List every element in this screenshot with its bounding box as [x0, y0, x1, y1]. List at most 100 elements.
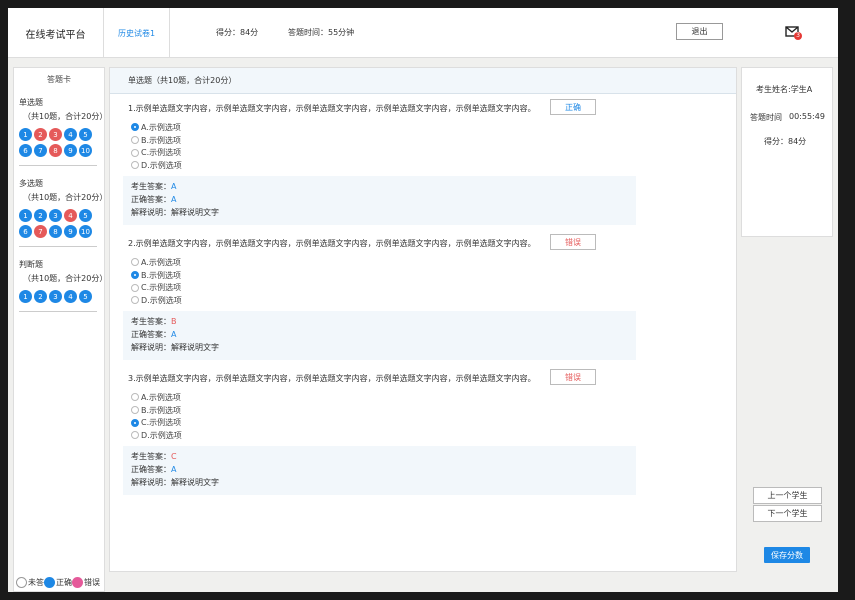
tab-history-paper[interactable]: 历史试卷1	[104, 8, 170, 58]
option-radio[interactable]	[131, 406, 139, 415]
mail-icon[interactable]: 3	[785, 25, 803, 41]
student-info-panel: 考生姓名:学生A 答题时间 00:55:49 得分：84分	[741, 67, 833, 237]
student-name: 考生姓名:学生A	[756, 85, 813, 94]
option-radio[interactable]	[131, 431, 139, 440]
question-number-wrong[interactable]: 8	[49, 144, 62, 157]
option-radio[interactable]	[131, 148, 139, 157]
unanswered-legend-dot	[16, 577, 27, 588]
wrong-legend-dot	[72, 577, 83, 588]
legend-wrong: 错误	[84, 578, 100, 587]
option-radio[interactable]	[131, 296, 139, 305]
option-item[interactable]: D.示例选项	[128, 159, 638, 172]
question-number-correct[interactable]: 8	[49, 225, 62, 238]
status-legend: 未答 正确 错误	[16, 577, 100, 588]
correct-answer-value: A	[171, 329, 177, 339]
student-answer-label: 考生答案：	[131, 451, 171, 461]
section-divider	[19, 246, 97, 247]
correct-answer: 正确答案： A	[131, 193, 636, 206]
option-radio[interactable]	[131, 271, 139, 280]
question-block: 1.示例单选题文字内容，示例单选题文字内容，示例单选题文字内容，示例单选题文字内…	[123, 99, 638, 225]
question-number-correct[interactable]: 6	[19, 144, 32, 157]
option-item[interactable]: B.示例选项	[128, 134, 638, 147]
question-number-correct[interactable]: 10	[79, 225, 92, 238]
save-score-button[interactable]: 保存分数	[764, 547, 810, 563]
answer-analysis: 考生答案： B 正确答案： A 解释说明：解释说明文字	[123, 310, 636, 360]
option-label: A.示例选项	[141, 257, 181, 267]
option-item[interactable]: C.示例选项	[128, 281, 638, 294]
student-answer-value: C	[171, 451, 177, 461]
option-item[interactable]: B.示例选项	[128, 269, 638, 282]
question-number-correct[interactable]: 2	[34, 209, 47, 222]
option-label: B.示例选项	[141, 270, 182, 280]
legend-correct: 正确	[56, 578, 72, 587]
option-radio[interactable]	[131, 418, 139, 427]
question-number-correct[interactable]: 1	[19, 128, 32, 141]
exit-button[interactable]: 退出	[676, 23, 723, 40]
top-bar: 在线考试平台 历史试卷1 得分：84分 答题时间：55分钟 退出 3	[8, 8, 838, 58]
question-number-correct[interactable]: 2	[34, 290, 47, 303]
correct-legend-dot	[44, 577, 55, 588]
section-subtitle: （共10题，合计20分）	[23, 193, 108, 202]
option-list: A.示例选项 B.示例选项 C.示例选项 D.示例选项	[128, 391, 638, 442]
question-number-correct[interactable]: 1	[19, 209, 32, 222]
question-number-correct[interactable]: 6	[19, 225, 32, 238]
question-block: 2.示例单选题文字内容，示例单选题文字内容，示例单选题文字内容，示例单选题文字内…	[123, 234, 638, 360]
app-title: 在线考试平台	[8, 8, 104, 58]
option-item[interactable]: D.示例选项	[128, 294, 638, 307]
legend-unanswered: 未答	[28, 578, 44, 587]
correct-answer-label: 正确答案：	[131, 329, 171, 339]
option-label: C.示例选项	[141, 148, 182, 158]
option-item[interactable]: A.示例选项	[128, 121, 638, 134]
result-tag: 正确	[550, 99, 596, 115]
question-number-wrong[interactable]: 4	[64, 209, 77, 222]
question-number-wrong[interactable]: 2	[34, 128, 47, 141]
option-label: D.示例选项	[141, 430, 182, 440]
section-divider	[19, 311, 97, 312]
student-answer: 考生答案： A	[131, 180, 636, 193]
option-item[interactable]: A.示例选项	[128, 391, 638, 404]
correct-answer-label: 正确答案：	[131, 464, 171, 474]
question-number-correct[interactable]: 3	[49, 290, 62, 303]
section-title: 判断题	[19, 260, 43, 269]
header-answer-time: 答题时间：55分钟	[288, 28, 355, 37]
student-answer-value: B	[171, 316, 177, 326]
question-number-correct[interactable]: 3	[49, 209, 62, 222]
question-number-correct[interactable]: 9	[64, 144, 77, 157]
question-number-correct[interactable]: 1	[19, 290, 32, 303]
question-block: 3.示例单选题文字内容，示例单选题文字内容，示例单选题文字内容，示例单选题文字内…	[123, 369, 638, 495]
question-number-wrong[interactable]: 7	[34, 225, 47, 238]
option-item[interactable]: C.示例选项	[128, 146, 638, 159]
student-answer-label: 考生答案：	[131, 316, 171, 326]
option-label: B.示例选项	[141, 135, 182, 145]
option-item[interactable]: C.示例选项	[128, 416, 638, 429]
question-number-wrong[interactable]: 3	[49, 128, 62, 141]
option-list: A.示例选项 B.示例选项 C.示例选项 D.示例选项	[128, 256, 638, 307]
option-radio[interactable]	[131, 393, 139, 402]
question-number-correct[interactable]: 5	[79, 209, 92, 222]
question-number-grid: 1 2 3 4 5 6 7 8 9 10	[19, 208, 105, 240]
option-radio[interactable]	[131, 258, 139, 267]
answer-time-value: 00:55:49	[789, 112, 825, 121]
question-number-correct[interactable]: 7	[34, 144, 47, 157]
header-score: 得分：84分	[216, 28, 259, 37]
question-number-grid: 12345	[19, 289, 105, 305]
question-number-correct[interactable]: 10	[79, 144, 92, 157]
question-number-correct[interactable]: 4	[64, 128, 77, 141]
question-number-grid: 1 2 3 4 5 6 7 8 9 10	[19, 127, 105, 159]
question-number-correct[interactable]: 5	[79, 290, 92, 303]
answer-analysis: 考生答案： C 正确答案： A 解释说明：解释说明文字	[123, 445, 636, 495]
correct-answer-label: 正确答案：	[131, 194, 171, 204]
option-radio[interactable]	[131, 283, 139, 292]
question-number-correct[interactable]: 5	[79, 128, 92, 141]
next-student-button[interactable]: 下一个学生	[753, 505, 822, 522]
question-number-correct[interactable]: 4	[64, 290, 77, 303]
option-radio[interactable]	[131, 161, 139, 170]
option-radio[interactable]	[131, 136, 139, 145]
option-item[interactable]: A.示例选项	[128, 256, 638, 269]
option-label: D.示例选项	[141, 295, 182, 305]
option-item[interactable]: D.示例选项	[128, 429, 638, 442]
prev-student-button[interactable]: 上一个学生	[753, 487, 822, 504]
option-radio[interactable]	[131, 123, 139, 132]
question-number-correct[interactable]: 9	[64, 225, 77, 238]
option-item[interactable]: B.示例选项	[128, 404, 638, 417]
